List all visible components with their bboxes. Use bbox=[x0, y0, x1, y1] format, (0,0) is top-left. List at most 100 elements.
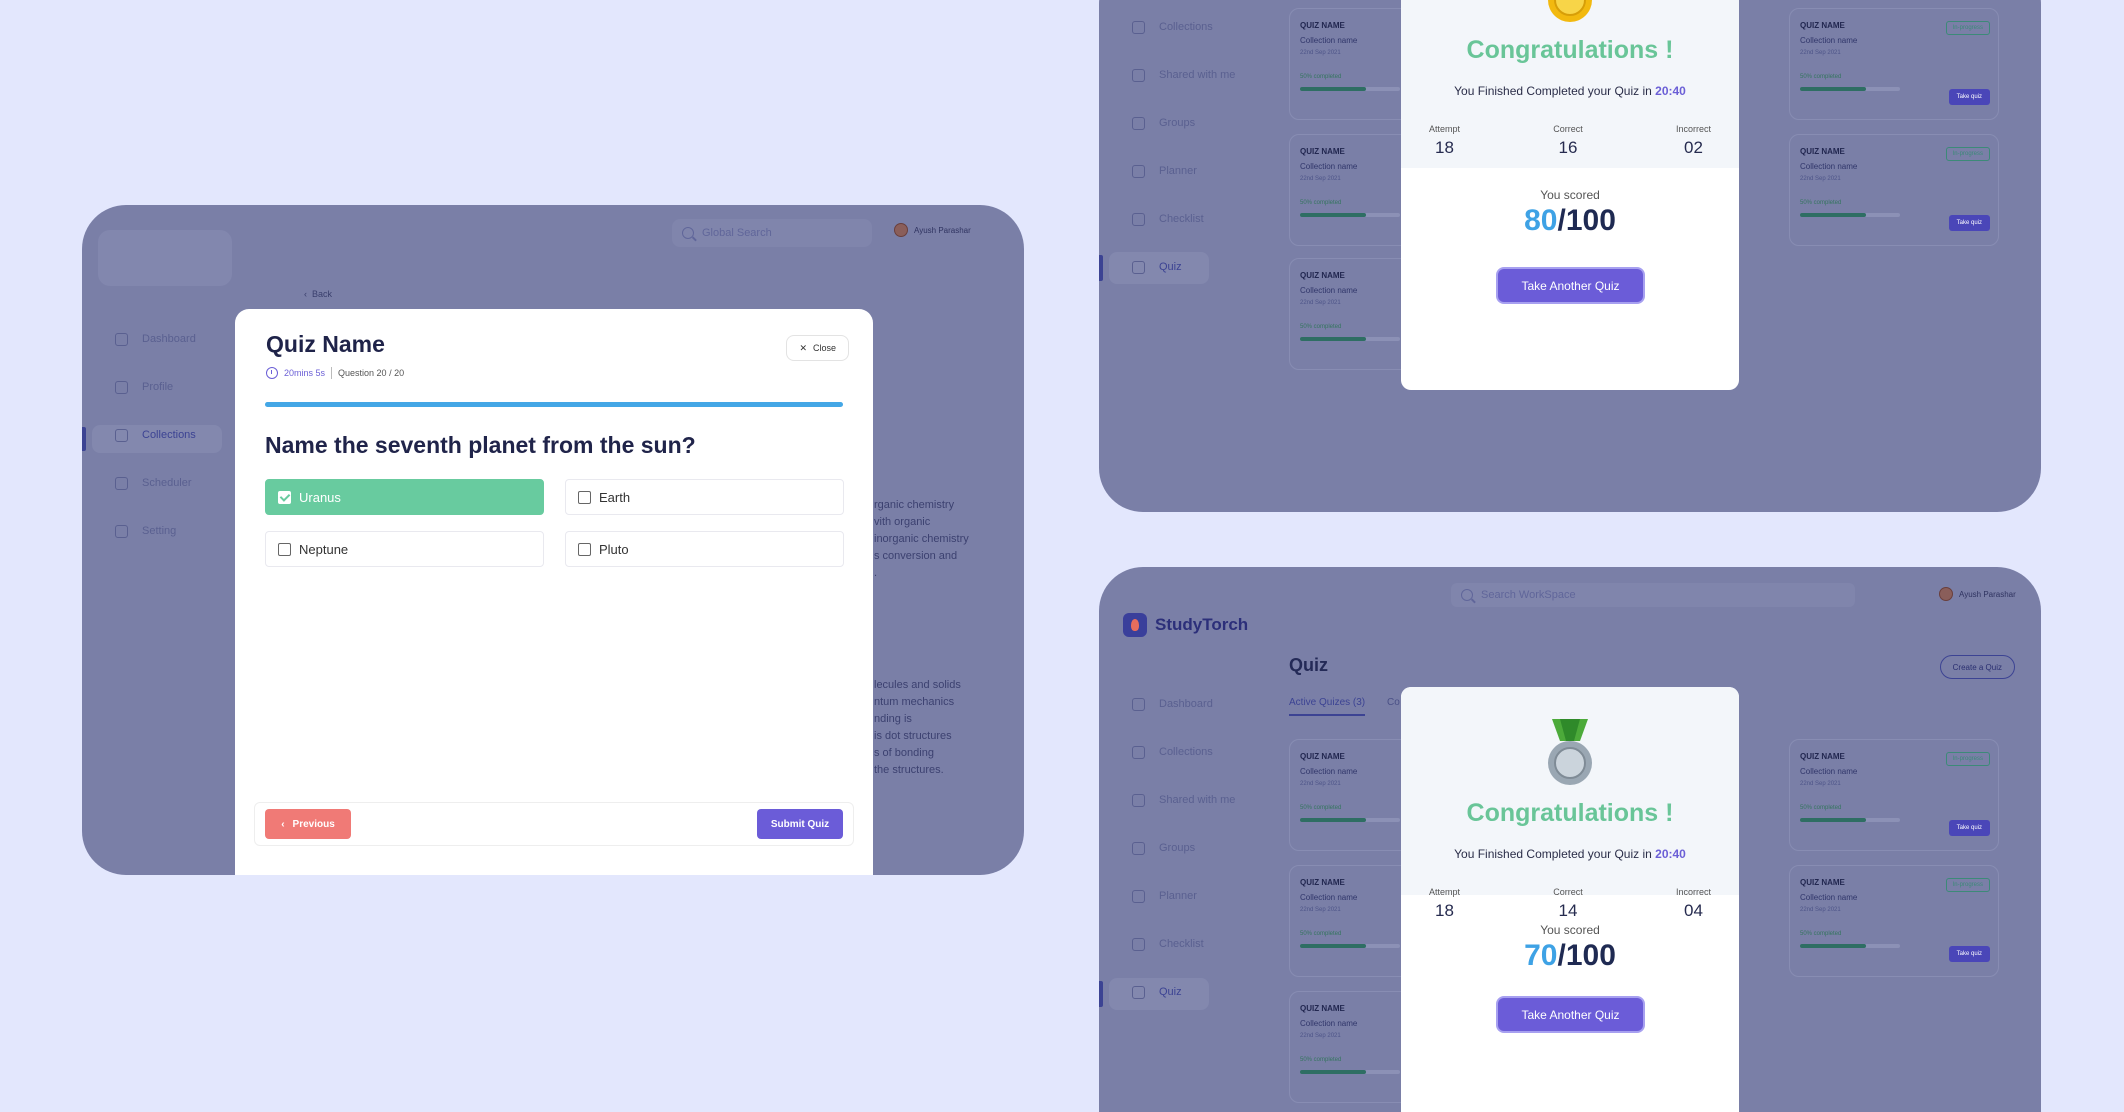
sidebar-item-checklist[interactable]: Checklist bbox=[1132, 209, 1204, 229]
dashboard-icon bbox=[1132, 697, 1145, 711]
stat-value: 02 bbox=[1684, 138, 1703, 157]
quiz-card-date: 22nd Sep 2021 bbox=[1300, 300, 1341, 306]
quiz-card-progress-label: 50% completed bbox=[1800, 74, 1842, 80]
congratulations-heading: Congratulations ! bbox=[1466, 36, 1674, 64]
quiz-card-date: 22nd Sep 2021 bbox=[1300, 907, 1341, 913]
quiz-card-name: QUIZ NAME bbox=[1300, 878, 1345, 887]
quiz-card-date: 22nd Sep 2021 bbox=[1300, 781, 1341, 787]
quiz-card[interactable]: QUIZ NAME Collection name 22nd Sep 2021 50%… bbox=[1789, 739, 1999, 851]
sidebar-item-planner[interactable]: Planner bbox=[1132, 886, 1197, 906]
quiz-card-progress-bar bbox=[1300, 818, 1400, 822]
user-name: Ayush Parashar bbox=[914, 225, 971, 235]
finished-text: You Finished Completed your Quiz in bbox=[1454, 84, 1652, 98]
quiz-card-progress-label: 50% completed bbox=[1300, 324, 1342, 330]
studytorch-logo[interactable]: StudyTorch bbox=[1123, 613, 1248, 637]
score-total: /100 bbox=[1557, 204, 1616, 237]
sidebar-item-label: Dashboard bbox=[142, 333, 196, 345]
quiz-card-progress-fill bbox=[1300, 944, 1366, 948]
sidebar-item-groups[interactable]: Groups bbox=[1132, 113, 1195, 133]
quiz-card-name: QUIZ NAME bbox=[1800, 21, 1845, 30]
quiz-card-name: QUIZ NAME bbox=[1800, 752, 1845, 761]
back-link[interactable]: ‹ Back bbox=[304, 289, 332, 299]
answer-option-neptune[interactable]: Neptune bbox=[265, 531, 544, 567]
sidebar-item-dashboard[interactable]: Dashboard bbox=[115, 329, 196, 349]
sidebar-item-shared-with-me[interactable]: Shared with me bbox=[1132, 65, 1235, 85]
sidebar-item-collections[interactable]: Collections bbox=[1132, 17, 1213, 37]
quiz-card-progress-label: 50% completed bbox=[1300, 200, 1342, 206]
quiz-card-progress-bar bbox=[1300, 944, 1400, 948]
take-quiz-button[interactable]: Take quiz bbox=[1948, 215, 1990, 231]
previous-button[interactable]: ‹ Previous bbox=[265, 809, 351, 839]
take-quiz-button[interactable]: Take quiz bbox=[1948, 820, 1990, 836]
quiz-screen: Global Search Ayush Parashar ‹ Back Dash… bbox=[82, 205, 1024, 875]
quiz-card-progress-label: 50% completed bbox=[1800, 931, 1842, 937]
submit-quiz-button[interactable]: Submit Quiz bbox=[757, 809, 843, 839]
tab-active-quizes[interactable]: Active Quizes (3) bbox=[1289, 697, 1366, 716]
quiz-result-screen-2: Search WorkSpace Ayush Parashar StudyTor… bbox=[1099, 567, 2041, 1112]
finished-time: 20:40 bbox=[1655, 84, 1686, 98]
answer-option-pluto[interactable]: Pluto bbox=[565, 531, 844, 567]
user-menu[interactable]: Ayush Parashar bbox=[1939, 587, 2016, 601]
tab-completed[interactable]: Co bbox=[1387, 697, 1400, 708]
planner-icon bbox=[1132, 889, 1145, 903]
user-menu[interactable]: Ayush Parashar bbox=[894, 223, 971, 237]
quiz-timer: 20mins 5s bbox=[284, 368, 326, 378]
quiz-result-screen-1: Collections Shared with me Groups Planner Ch… bbox=[1099, 0, 2041, 512]
divider bbox=[331, 367, 333, 379]
sidebar-item-scheduler[interactable]: Scheduler bbox=[115, 473, 192, 493]
create-quiz-button[interactable]: Create a Quiz bbox=[1939, 655, 2015, 679]
shared-with-me-icon bbox=[1132, 793, 1145, 807]
quiz-icon bbox=[1132, 260, 1145, 274]
sidebar-item-setting[interactable]: Setting bbox=[115, 521, 176, 541]
workspace-search-input[interactable]: Search WorkSpace bbox=[1451, 583, 1855, 607]
scored-label: You scored bbox=[1540, 923, 1600, 937]
quiz-card-progress-bar bbox=[1300, 87, 1400, 91]
sidebar-item-profile[interactable]: Profile bbox=[115, 377, 173, 397]
take-another-quiz-button[interactable]: Take Another Quiz bbox=[1498, 998, 1643, 1031]
take-quiz-button[interactable]: Take quiz bbox=[1948, 946, 1990, 962]
finished-message: You Finished Completed your Quiz in 20:4… bbox=[1401, 847, 1739, 861]
global-search-input[interactable]: Global Search bbox=[672, 219, 872, 247]
checkbox-icon bbox=[278, 490, 291, 504]
sidebar-item-quiz[interactable]: Quiz bbox=[1132, 982, 1182, 1002]
shared-with-me-icon bbox=[1132, 68, 1145, 82]
close-button[interactable]: ✕ Close bbox=[786, 335, 849, 361]
search-placeholder: Search WorkSpace bbox=[1481, 589, 1576, 601]
sidebar-item-groups[interactable]: Groups bbox=[1132, 838, 1195, 858]
take-quiz-button[interactable]: Take quiz bbox=[1948, 89, 1990, 105]
sidebar-item-checklist[interactable]: Checklist bbox=[1132, 934, 1204, 954]
sidebar-item-label: Groups bbox=[1159, 842, 1196, 854]
sidebar-item-shared-with-me[interactable]: Shared with me bbox=[1132, 790, 1235, 810]
quiz-card-progress-fill bbox=[1300, 337, 1366, 341]
submit-label: Submit Quiz bbox=[770, 818, 830, 830]
sidebar-active-indicator bbox=[1099, 255, 1103, 281]
search-icon bbox=[1461, 589, 1473, 601]
quiz-title: Quiz Name bbox=[266, 331, 385, 357]
quiz-icon bbox=[1132, 985, 1145, 999]
gear-icon bbox=[115, 524, 128, 538]
option-label: Earth bbox=[599, 489, 631, 505]
quiz-card-progress-bar bbox=[1800, 87, 1900, 91]
quiz-card[interactable]: QUIZ NAME Collection name 22nd Sep 2021 50%… bbox=[1789, 865, 1999, 977]
checklist-icon bbox=[1132, 937, 1145, 951]
quiz-card-collection: Collection name bbox=[1800, 36, 1858, 45]
sidebar-item-label: Shared with me bbox=[1159, 69, 1236, 81]
quiz-card[interactable]: QUIZ NAME Collection name 22nd Sep 2021 50%… bbox=[1789, 134, 1999, 246]
sidebar-item-dashboard[interactable]: Dashboard bbox=[1132, 694, 1213, 714]
sidebar-item-quiz[interactable]: Quiz bbox=[1132, 257, 1182, 277]
quiz-card-progress-fill bbox=[1800, 944, 1866, 948]
close-label: Close bbox=[812, 343, 836, 353]
sidebar-item-collections[interactable]: Collections bbox=[1132, 742, 1213, 762]
sidebar-item-label: Setting bbox=[142, 525, 177, 537]
checklist-icon bbox=[1132, 212, 1145, 226]
close-icon: ✕ bbox=[799, 342, 807, 353]
sidebar-item-planner[interactable]: Planner bbox=[1132, 161, 1197, 181]
sidebar-item-collections[interactable]: Collections bbox=[115, 425, 196, 445]
take-another-quiz-button[interactable]: Take Another Quiz bbox=[1498, 269, 1643, 302]
quiz-card-date: 22nd Sep 2021 bbox=[1800, 907, 1841, 913]
quiz-card-progress-bar bbox=[1800, 944, 1900, 948]
answer-option-uranus[interactable]: Uranus bbox=[265, 479, 544, 515]
answer-option-earth[interactable]: Earth bbox=[565, 479, 844, 515]
quiz-card[interactable]: QUIZ NAME Collection name 22nd Sep 2021 50%… bbox=[1789, 8, 1999, 120]
clock-icon bbox=[115, 476, 128, 490]
